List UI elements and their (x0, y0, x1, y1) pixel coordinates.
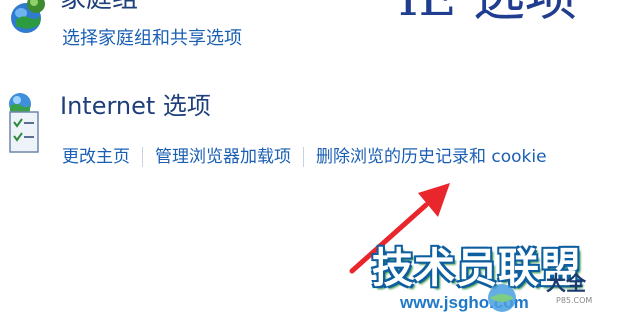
homegroup-sharing-options-link[interactable]: 选择家庭组和共享选项 (62, 27, 242, 51)
link-separator (303, 147, 304, 167)
watermark-globe-icon (482, 278, 522, 318)
change-homepage-link[interactable]: 更改主页 (62, 144, 130, 170)
internet-options-links: 更改主页 管理浏览器加载项 删除浏览的历史记录和 cookie (62, 142, 547, 172)
internet-options-title[interactable]: Internet 选项 (60, 91, 211, 121)
watermark-daquan: 大全 (546, 271, 586, 295)
watermark-small-text: P85.COM (556, 296, 593, 305)
delete-browsing-history-link[interactable]: 删除浏览的历史记录和 cookie (316, 144, 547, 170)
homegroup-icon (4, 0, 48, 44)
manage-addons-link[interactable]: 管理浏览器加载项 (155, 144, 291, 170)
homegroup-title: 家庭组 (60, 0, 138, 12)
internet-options-icon (2, 90, 46, 162)
ie-options-heading: IE 选项 (398, 0, 577, 26)
link-separator (142, 147, 143, 167)
